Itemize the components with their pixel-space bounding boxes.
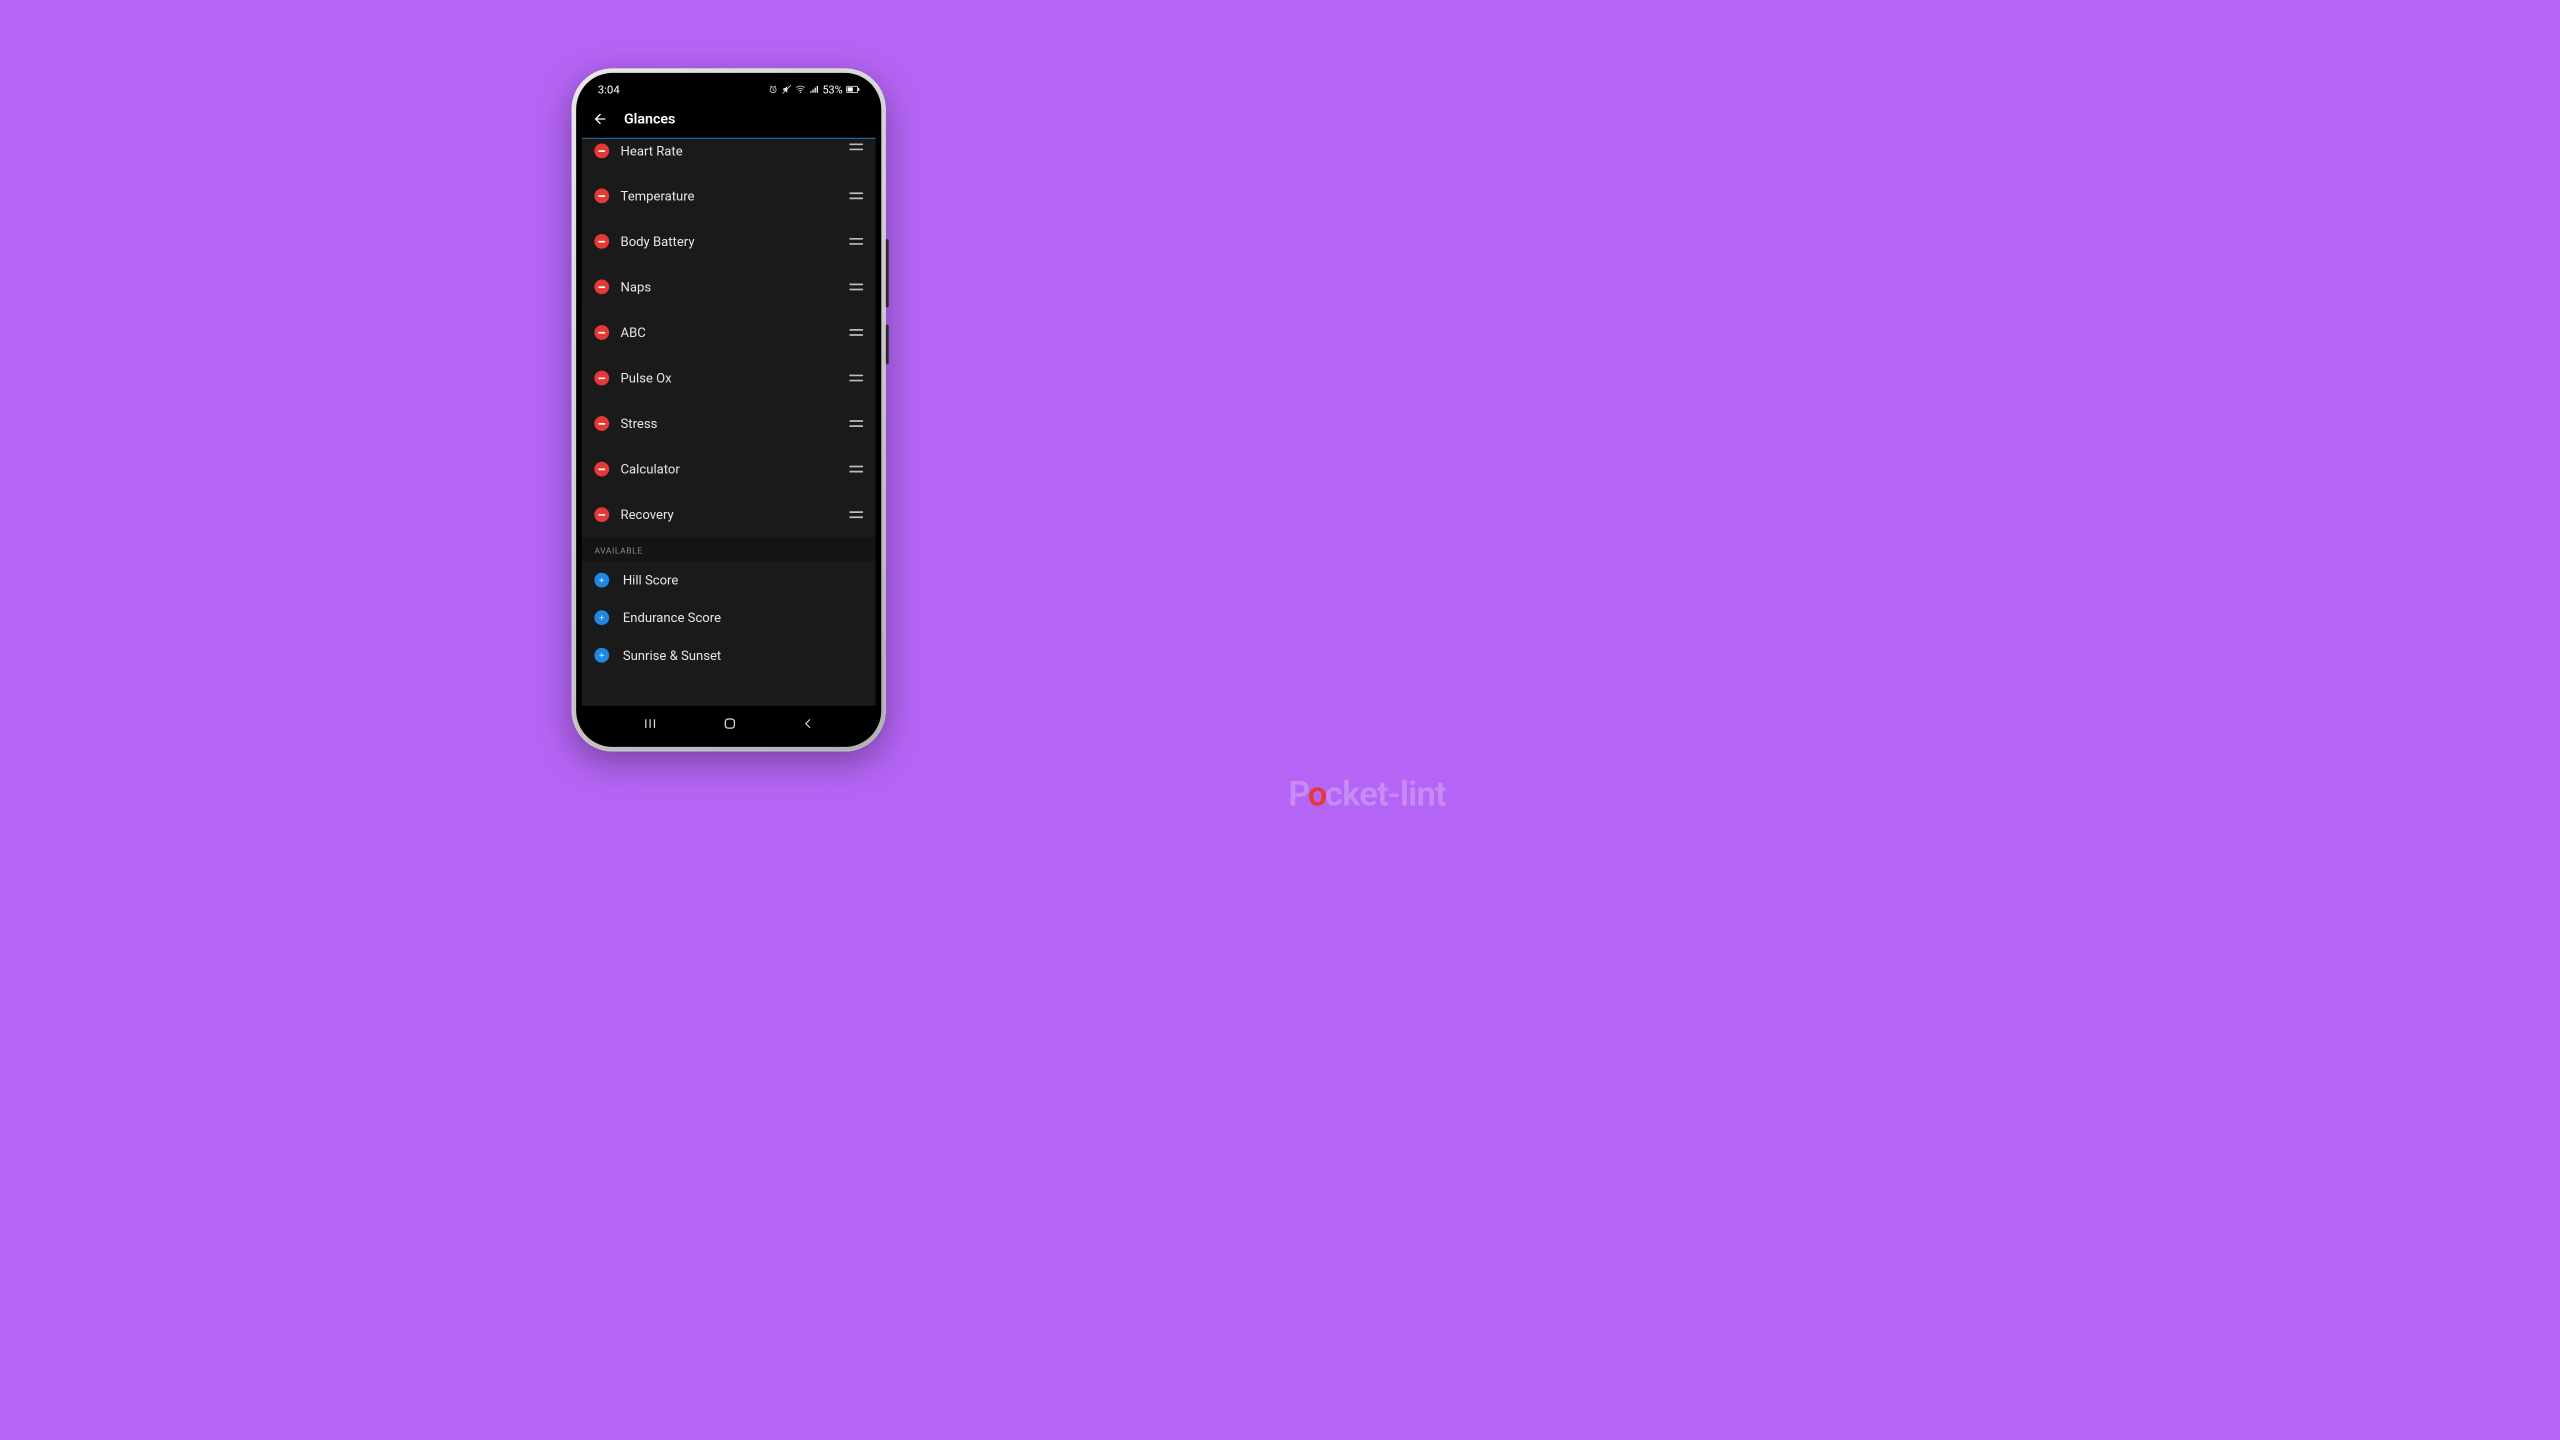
glance-row-active[interactable]: Calculator [582,446,876,492]
drag-handle[interactable] [849,375,863,382]
drag-handle[interactable] [849,511,863,518]
phone-frame: 3:04 53% Glances Heart Rate Temperature Bo… [572,68,886,751]
remove-glance-button[interactable] [594,416,609,431]
wifi-icon [795,84,805,94]
add-glance-button[interactable] [594,573,609,588]
section-available: AVAILABLE [582,537,876,561]
page-title: Glances [624,111,675,128]
glance-row-active[interactable]: Naps [582,264,876,310]
glance-label: Endurance Score [621,610,864,625]
glance-label: Pulse Ox [621,370,838,385]
glance-row-active[interactable]: ABC [582,310,876,356]
remove-glance-button[interactable] [594,325,609,340]
glance-row-active[interactable]: Heart Rate [582,139,876,173]
glance-row-available[interactable]: Endurance Score [582,599,876,637]
glance-label: Sunrise & Sunset [621,648,864,663]
glance-row-active[interactable]: Temperature [582,173,876,219]
watermark-suffix: cket-lint [1325,774,1446,814]
glance-label: Temperature [621,188,838,203]
glance-label: Stress [621,416,838,431]
glance-label: Calculator [621,461,838,476]
glance-row-available[interactable]: Hill Score [582,561,876,599]
drag-handle[interactable] [849,420,863,427]
phone-screen: 3:04 53% Glances Heart Rate Temperature Bo… [582,79,876,742]
glance-row-active[interactable]: Body Battery [582,219,876,265]
nav-recents-button[interactable] [643,716,658,731]
add-glance-button[interactable] [594,610,609,625]
drag-handle[interactable] [849,284,863,291]
drag-handle[interactable] [849,329,863,336]
app-bar: Glances [582,100,876,139]
back-button[interactable] [592,111,608,127]
add-glance-button[interactable] [594,648,609,663]
mute-icon [781,84,791,94]
battery-icon [846,85,860,93]
signal-icon [809,84,819,94]
watermark: P o cket-lint [1288,774,1446,814]
glance-row-active[interactable]: Recovery [582,492,876,538]
battery-text: 53% [822,83,842,96]
remove-glance-button[interactable] [594,371,609,386]
drag-handle[interactable] [849,238,863,245]
glance-row-active[interactable]: Pulse Ox [582,355,876,401]
drag-handle[interactable] [849,143,863,150]
alarm-icon [768,84,778,94]
remove-glance-button[interactable] [594,188,609,203]
remove-glance-button[interactable] [594,234,609,249]
remove-glance-button[interactable] [594,462,609,477]
drag-handle[interactable] [849,466,863,473]
drag-handle[interactable] [849,192,863,199]
status-bar: 3:04 53% [582,79,876,101]
glances-list[interactable]: Heart Rate Temperature Body Battery Naps ABC… [582,139,876,706]
glance-row-active[interactable]: Stress [582,401,876,447]
glance-label: Body Battery [621,234,838,249]
status-time: 3:04 [598,83,620,97]
remove-glance-button[interactable] [594,143,609,158]
glance-row-available[interactable]: Sunrise & Sunset [582,636,876,674]
nav-home-button[interactable] [723,717,737,731]
glance-label: Recovery [621,507,838,522]
watermark-accent: o [1308,774,1327,814]
glance-label: Naps [621,279,838,294]
status-right: 53% [768,83,860,96]
phone-bezel: 3:04 53% Glances Heart Rate Temperature Bo… [576,73,881,747]
android-nav-bar [582,706,876,741]
remove-glance-button[interactable] [594,280,609,295]
glance-label: Hill Score [621,572,864,587]
nav-back-button[interactable] [802,717,815,730]
status-left: 3:04 [598,83,627,97]
watermark-prefix: P [1288,774,1309,814]
glance-label: ABC [621,325,838,340]
remove-glance-button[interactable] [594,507,609,522]
glance-label: Heart Rate [621,143,838,158]
